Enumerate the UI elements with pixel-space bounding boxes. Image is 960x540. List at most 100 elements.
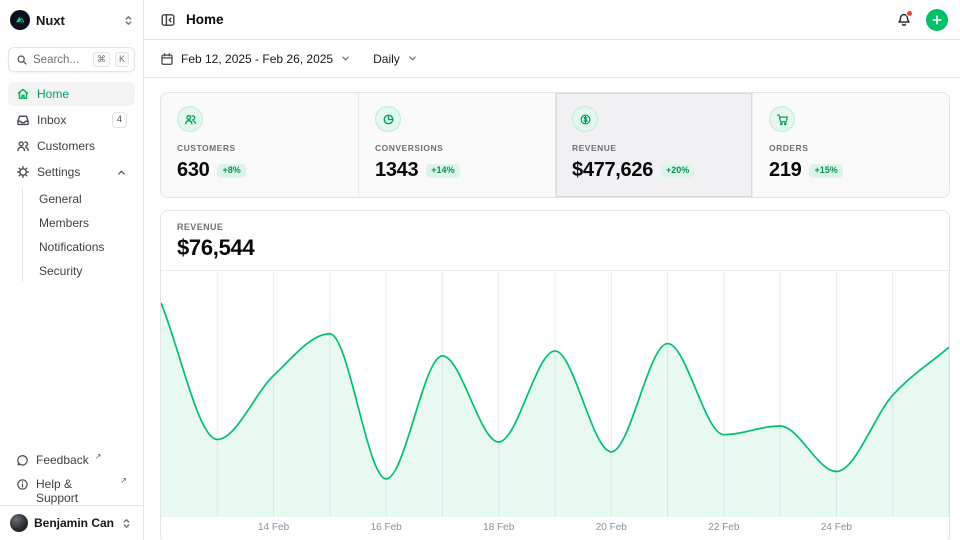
sidebar-footer-nav: Feedback ↗ Help & Support ↗ [0, 451, 143, 505]
inbox-count-badge: 4 [112, 112, 127, 127]
stat-card-conversions[interactable]: CONVERSIONS 1343 +14% [358, 93, 555, 197]
sidebar-item-customers[interactable]: Customers [8, 134, 135, 158]
sidebar-item-help-support[interactable]: Help & Support ↗ [8, 475, 135, 497]
page-header: Home [144, 0, 960, 40]
chart-header: REVENUE $76,544 [161, 211, 949, 271]
stat-label: CONVERSIONS [375, 143, 539, 153]
plus-icon [931, 14, 943, 26]
x-tick-label: 24 Feb [821, 522, 852, 533]
chart-metric-label: REVENUE [177, 222, 933, 232]
calendar-icon [160, 52, 174, 66]
revenue-chart-panel: REVENUE $76,544 14 Feb16 Feb18 Feb20 Feb… [160, 210, 950, 540]
kbd-k: K [115, 52, 129, 67]
stats-row: CUSTOMERS 630 +8% CONVERSIONS 1343 +14% [160, 92, 950, 198]
stat-icon-circle [177, 106, 203, 132]
stat-delta-badge: +8% [217, 164, 245, 178]
home-icon [16, 87, 30, 101]
avatar [10, 514, 28, 532]
sidebar-item-inbox[interactable]: Inbox 4 [8, 108, 135, 132]
stat-card-customers[interactable]: CUSTOMERS 630 +8% [161, 93, 358, 197]
sidebar-subitem-notifications[interactable]: Notifications [33, 236, 135, 258]
search-input[interactable]: Search... ⌘ K [8, 47, 135, 72]
x-tick-label: 22 Feb [708, 522, 739, 533]
sidebar-subitem-members[interactable]: Members [33, 212, 135, 234]
stat-delta-badge: +20% [661, 164, 694, 178]
stat-delta-badge: +15% [809, 164, 842, 178]
granularity-select[interactable]: Daily [373, 52, 418, 66]
revenue-area-chart[interactable] [161, 271, 949, 517]
footer-item-label: Help & Support [36, 477, 114, 505]
sidebar-item-label: Customers [37, 139, 95, 153]
sidebar-item-home[interactable]: Home [8, 82, 135, 106]
footer-item-label: Feedback [36, 453, 89, 467]
speech-bubble-icon [16, 454, 29, 467]
shopping-cart-icon [776, 113, 789, 126]
sidebar-item-label: Home [37, 87, 69, 101]
sidebar-nav: Home Inbox 4 Customers Settings General … [0, 82, 143, 282]
date-range-value: Feb 12, 2025 - Feb 26, 2025 [181, 52, 333, 66]
sidebar-subitem-general[interactable]: General [33, 188, 135, 210]
stat-value: 1343 [375, 159, 418, 182]
search-icon [16, 54, 28, 66]
external-link-icon: ↗ [120, 477, 127, 485]
users-icon [184, 113, 197, 126]
user-menu[interactable]: Benjamin Canac [0, 505, 143, 540]
user-name: Benjamin Canac [34, 516, 114, 530]
granularity-value: Daily [373, 52, 400, 66]
chevron-updown-icon [120, 517, 133, 530]
notifications-button[interactable] [894, 10, 914, 30]
x-axis-ticks: 14 Feb16 Feb18 Feb20 Feb22 Feb24 Feb [161, 517, 949, 540]
dashboard-content: CUSTOMERS 630 +8% CONVERSIONS 1343 +14% [144, 78, 960, 540]
inbox-icon [16, 113, 30, 127]
stat-card-revenue[interactable]: REVENUE $477,626 +20% [555, 93, 752, 197]
chevron-updown-icon [122, 14, 135, 27]
sidebar-item-feedback[interactable]: Feedback ↗ [8, 451, 135, 473]
sidebar-item-label: Settings [37, 165, 80, 179]
search-placeholder: Search... [33, 54, 88, 66]
sidebar-collapse-button[interactable] [158, 10, 178, 30]
page-title: Home [186, 12, 886, 27]
x-tick-label: 16 Feb [371, 522, 402, 533]
area-chart-svg [161, 271, 949, 517]
filters-toolbar: Feb 12, 2025 - Feb 26, 2025 Daily [144, 40, 960, 78]
add-button[interactable] [926, 9, 948, 31]
external-link-icon: ↗ [95, 453, 102, 461]
nuxt-logo-icon [10, 10, 30, 30]
stat-icon-circle [572, 106, 598, 132]
stat-label: REVENUE [572, 143, 736, 153]
stat-icon-circle [769, 106, 795, 132]
stat-value: 630 [177, 159, 209, 182]
sidebar-item-label: Inbox [37, 113, 66, 127]
stat-icon-circle [375, 106, 401, 132]
sidebar-item-settings[interactable]: Settings [8, 160, 135, 184]
sidebar: Nuxt Search... ⌘ K Home Inbox 4 Customer… [0, 0, 144, 540]
team-switcher[interactable]: Nuxt [10, 10, 135, 30]
circle-dollar-icon [579, 113, 592, 126]
chart-pie-icon [382, 113, 395, 126]
users-icon [16, 139, 30, 153]
panel-collapse-icon [160, 12, 176, 28]
kbd-cmd: ⌘ [93, 52, 110, 67]
stat-value: 219 [769, 159, 801, 182]
chevron-down-icon [340, 53, 351, 64]
notification-dot [906, 10, 913, 17]
sidebar-header: Nuxt [0, 0, 143, 40]
stat-label: ORDERS [769, 143, 933, 153]
sidebar-subitem-security[interactable]: Security [33, 260, 135, 282]
date-range-picker[interactable]: Feb 12, 2025 - Feb 26, 2025 [160, 52, 351, 66]
settings-subtree: General Members Notifications Security [22, 188, 135, 282]
stat-delta-badge: +14% [426, 164, 459, 178]
sidebar-spacer [0, 282, 143, 451]
stat-value: $477,626 [572, 159, 653, 182]
chart-metric-value: $76,544 [177, 235, 933, 261]
gear-icon [16, 165, 30, 179]
stat-card-orders[interactable]: ORDERS 219 +15% [752, 93, 949, 197]
x-tick-label: 14 Feb [258, 522, 289, 533]
x-tick-label: 20 Feb [596, 522, 627, 533]
chevron-down-icon [407, 53, 418, 64]
stat-label: CUSTOMERS [177, 143, 342, 153]
team-name: Nuxt [36, 13, 116, 28]
main-area: Home Feb 12, 2025 - Feb 26, 2025 Daily C… [144, 0, 960, 540]
chevron-up-icon [116, 167, 127, 178]
info-circle-icon [16, 478, 29, 491]
